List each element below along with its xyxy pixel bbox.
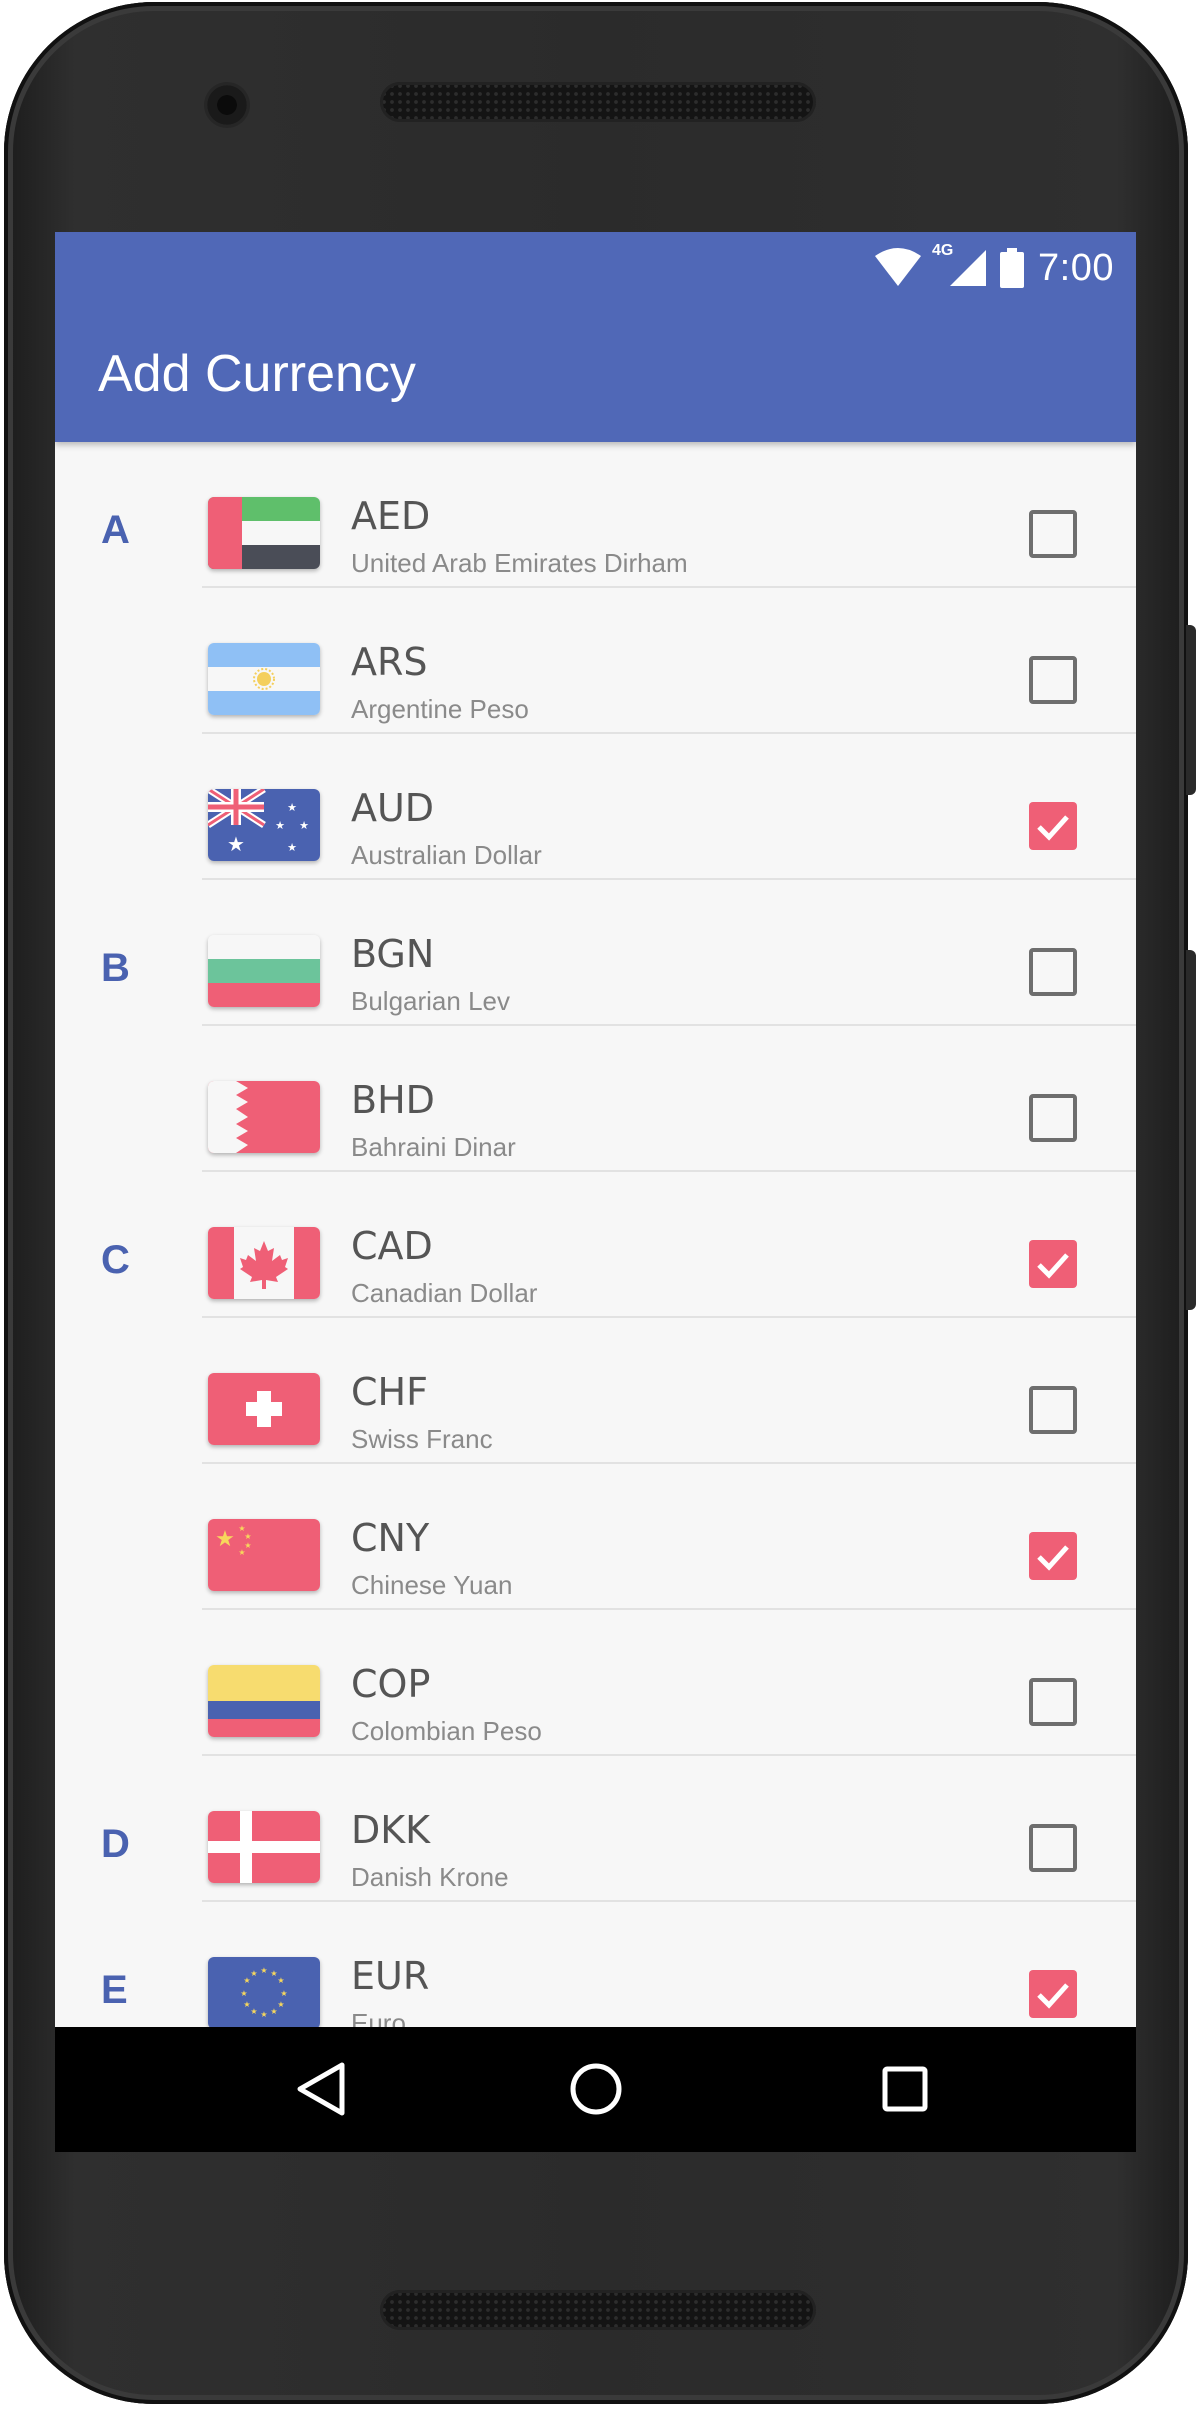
svg-text:★: ★ [287, 841, 297, 854]
currency-code: CHF [351, 1370, 428, 1414]
cell-signal-icon: 4G [932, 242, 987, 288]
status-time: 7:00 [1038, 246, 1114, 289]
svg-text:★: ★ [277, 2000, 284, 2009]
bottom-speaker [380, 2290, 816, 2330]
select-checkbox[interactable] [1029, 1678, 1077, 1726]
section-letter: C [101, 1238, 130, 1282]
svg-text:★: ★ [280, 1989, 287, 1998]
svg-text:★: ★ [260, 1966, 267, 1975]
bahrain-flag-icon [208, 1081, 320, 1153]
currency-code: BHD [351, 1078, 435, 1122]
uae-flag-icon [208, 497, 320, 569]
section-letter: A [101, 508, 130, 552]
currency-code: DKK [351, 1808, 431, 1852]
switzerland-flag-icon [208, 1373, 320, 1445]
svg-text:★: ★ [240, 1989, 247, 1998]
select-checkbox[interactable] [1029, 1240, 1077, 1288]
currency-name: Bulgarian Lev [351, 986, 510, 1016]
svg-text:★: ★ [238, 1548, 245, 1557]
svg-text:★: ★ [244, 1532, 251, 1541]
currency-name: Swiss Franc [351, 1424, 493, 1454]
select-checkbox[interactable] [1029, 1386, 1077, 1434]
list-item[interactable]: A AED United Arab Emirates Dirham [55, 442, 1136, 588]
eu-flag-icon: ★ ★ ★ ★ ★ ★ ★ ★ ★ ★ ★ ★ [208, 1957, 320, 2029]
canada-flag-icon [208, 1227, 320, 1299]
screen: 4G 7:00 Add Currency A AED United Arab E… [55, 232, 1136, 2152]
currency-name: Argentine Peso [351, 694, 529, 724]
bulgaria-flag-icon [208, 935, 320, 1007]
wifi-icon [875, 248, 922, 286]
svg-text:★: ★ [215, 1527, 235, 1552]
checkmark-icon [1037, 1253, 1069, 1279]
svg-text:★: ★ [227, 832, 245, 856]
checkmark-icon [1037, 1983, 1069, 2009]
currency-name: United Arab Emirates Dirham [351, 548, 688, 578]
australia-flag-icon: ★ ★ ★ ★ ★ [208, 789, 320, 861]
svg-text:★: ★ [250, 1969, 257, 1978]
currency-code: COP [351, 1662, 431, 1706]
currency-name: Australian Dollar [351, 840, 542, 870]
svg-text:★: ★ [299, 819, 309, 832]
section-letter: D [101, 1822, 130, 1866]
select-checkbox[interactable] [1029, 802, 1077, 850]
page-title: Add Currency [98, 345, 416, 403]
list-item[interactable]: ★ ★ ★ ★ ★ AUD Australian Dollar [55, 734, 1136, 880]
list-item[interactable]: ARS Argentine Peso [55, 588, 1136, 734]
svg-text:★: ★ [250, 2007, 257, 2016]
select-checkbox[interactable] [1029, 1824, 1077, 1872]
select-checkbox[interactable] [1029, 656, 1077, 704]
denmark-flag-icon [208, 1811, 320, 1883]
svg-text:★: ★ [275, 819, 285, 832]
section-letter: E [101, 1968, 128, 2012]
svg-text:★: ★ [270, 2007, 277, 2016]
select-checkbox[interactable] [1029, 1094, 1077, 1142]
recents-icon[interactable] [873, 2057, 937, 2121]
volume-rocker [1186, 950, 1196, 1310]
front-camera [204, 82, 250, 128]
currency-name: Danish Krone [351, 1862, 509, 1892]
argentina-flag-icon [208, 643, 320, 715]
back-icon[interactable] [290, 2057, 354, 2121]
currency-code: AED [351, 494, 431, 538]
currency-code: BGN [351, 932, 435, 976]
select-checkbox[interactable] [1029, 1970, 1077, 2018]
power-button [1186, 625, 1196, 795]
currency-code: AUD [351, 786, 435, 830]
currency-code: ARS [351, 640, 428, 684]
section-letter: B [101, 946, 130, 990]
svg-text:★: ★ [243, 2000, 250, 2009]
colombia-flag-icon [208, 1665, 320, 1737]
svg-text:★: ★ [260, 2010, 267, 2019]
home-icon[interactable] [564, 2057, 628, 2121]
checkmark-icon [1037, 815, 1069, 841]
svg-text:★: ★ [287, 801, 297, 814]
select-checkbox[interactable] [1029, 510, 1077, 558]
navigation-bar [55, 2027, 1136, 2152]
currency-name: Canadian Dollar [351, 1278, 538, 1308]
currency-code: EUR [351, 1954, 430, 1998]
currency-code: CNY [351, 1516, 430, 1560]
checkmark-icon [1037, 1545, 1069, 1571]
currency-code: CAD [351, 1224, 433, 1268]
china-flag-icon: ★ ★ ★ ★ ★ [208, 1519, 320, 1591]
app-bar: 4G 7:00 Add Currency [55, 232, 1136, 442]
earpiece-speaker [380, 82, 816, 122]
currency-name: Chinese Yuan [351, 1570, 513, 1600]
select-checkbox[interactable] [1029, 948, 1077, 996]
currency-name: Bahraini Dinar [351, 1132, 516, 1162]
list-item[interactable]: C CAD Canadian Dollar [55, 1172, 1136, 1318]
status-bar: 4G 7:00 [874, 242, 1114, 294]
currency-name: Colombian Peso [351, 1716, 542, 1746]
battery-icon [1000, 248, 1025, 288]
list-item[interactable]: D DKK Danish Krone [55, 1756, 1136, 1902]
list-item[interactable]: ★ ★ ★ ★ ★ CNY Chinese Yuan [55, 1464, 1136, 1610]
svg-text:★: ★ [277, 1976, 284, 1985]
select-checkbox[interactable] [1029, 1532, 1077, 1580]
list-item[interactable]: B BGN Bulgarian Lev [55, 880, 1136, 1026]
list-item[interactable]: CHF Swiss Franc [55, 1318, 1136, 1464]
list-item[interactable]: COP Colombian Peso [55, 1610, 1136, 1756]
list-item[interactable]: BHD Bahraini Dinar [55, 1026, 1136, 1172]
